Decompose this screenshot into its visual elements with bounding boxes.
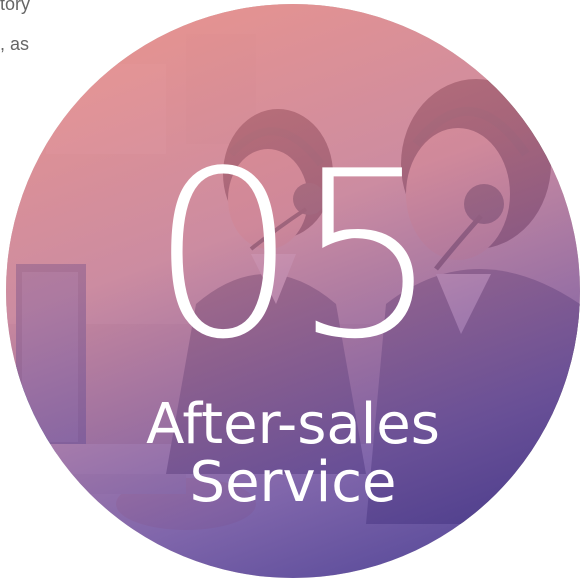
service-title: After-sales Service: [6, 396, 580, 512]
after-sales-service-card[interactable]: 05 After-sales Service: [6, 4, 580, 578]
service-title-line-1: After-sales: [146, 392, 440, 457]
service-title-line-2: Service: [189, 450, 397, 515]
page: tory , as: [0, 0, 582, 581]
step-number: 05: [150, 123, 440, 390]
